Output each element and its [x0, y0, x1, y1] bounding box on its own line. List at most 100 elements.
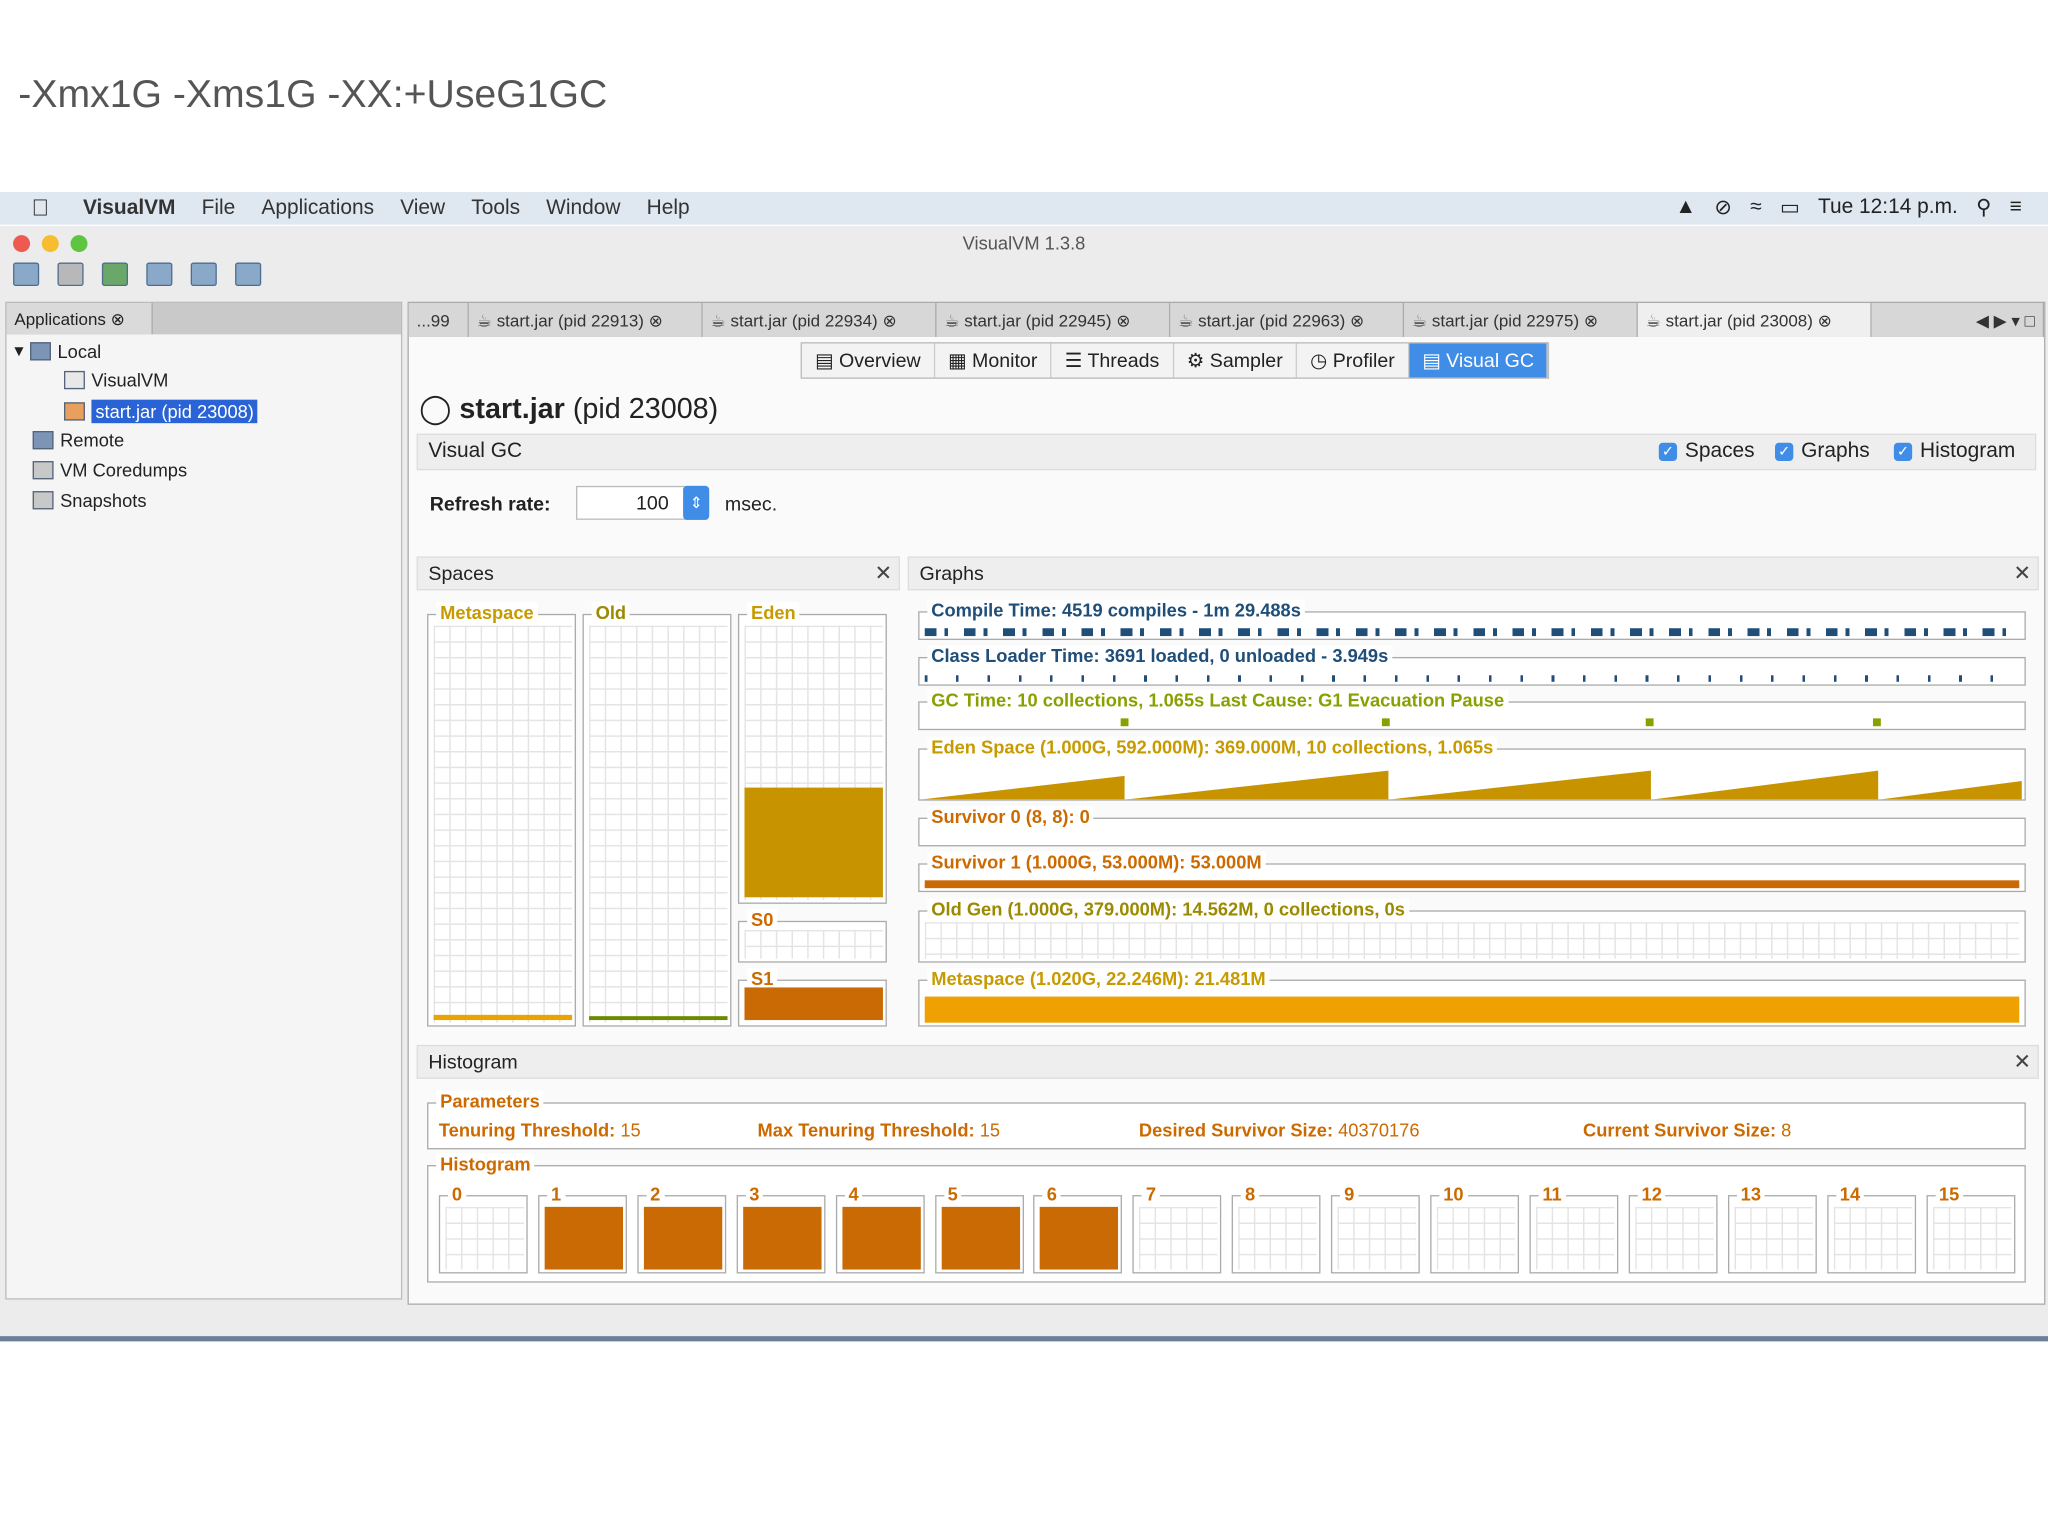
survivor-1-graph: Survivor 1 (1.000G, 53.000M): 53.000M	[918, 851, 2026, 893]
tree-visualvm[interactable]: VisualVM	[63, 370, 168, 391]
histogram-bin: 2	[637, 1183, 726, 1274]
histogram-bin-empty	[1139, 1206, 1218, 1270]
tab-sampler[interactable]: ⚙ Sampler	[1174, 343, 1298, 378]
clock[interactable]: Tue 12:14 p.m.	[1818, 196, 1958, 220]
menu-applications[interactable]: Applications	[261, 197, 374, 221]
graphs-checkbox[interactable]: ✓ Graphs	[1775, 440, 1870, 464]
globe-icon	[32, 431, 54, 450]
menubar:  VisualVM File Applications View Tools …	[0, 191, 2048, 225]
tab-scroll-controls[interactable]: ◀ ▶ ▾ □	[1871, 303, 2045, 337]
tree-coredumps[interactable]: VM Coredumps	[32, 460, 187, 481]
histogram-bin: 5	[934, 1183, 1024, 1274]
close-icon[interactable]: ✕	[2014, 560, 2032, 586]
histogram-bin: 15	[1925, 1183, 2015, 1274]
minimize-window-button[interactable]	[41, 235, 59, 253]
histogram-bin-empty	[1734, 1206, 1813, 1270]
tree-snapshots[interactable]: Snapshots	[32, 490, 147, 511]
checkmark-icon: ✓	[1775, 442, 1794, 462]
refresh-rate-label: Refresh rate:	[429, 493, 551, 516]
wifi-icon[interactable]: ≈	[1750, 196, 1761, 220]
toolbar	[13, 262, 262, 287]
histogram-bin-empty	[1436, 1206, 1516, 1270]
histogram-bin-label: 11	[1538, 1183, 1566, 1205]
menu-tools[interactable]: Tools	[471, 197, 520, 221]
old-fill	[589, 1016, 728, 1021]
histogram-bin-label: 15	[1935, 1183, 1964, 1205]
tab-visual-gc[interactable]: ▤ Visual GC	[1409, 343, 1549, 378]
menu-help[interactable]: Help	[647, 197, 690, 221]
doc-tab[interactable]: ☕ start.jar (pid 22934) ⊗	[702, 303, 937, 337]
document-tabs: ...99 ☕ start.jar (pid 22913) ⊗ ☕ start.…	[408, 303, 2045, 337]
tenuring-threshold: Tenuring Threshold: 15	[438, 1119, 641, 1141]
save-icon[interactable]	[57, 262, 84, 287]
histogram-panel: Histogram ✕ Parameters Tenuring Threshold…	[416, 1044, 2039, 1293]
spaces-panel: Spaces ✕ Metaspace Old Eden S0 S1	[416, 556, 900, 1031]
s0-label: S0	[747, 909, 778, 930]
histogram-bin: 13	[1727, 1183, 1817, 1274]
metaspace-graph: Metaspace (1.020G, 22.246M): 21.481M	[918, 967, 2026, 1027]
battery-icon[interactable]: ▭	[1780, 195, 1800, 221]
histogram-bin-empty	[1337, 1206, 1416, 1270]
computer-icon	[30, 341, 51, 360]
max-tenuring-threshold: Max Tenuring Threshold: 15	[757, 1119, 1001, 1141]
histogram-bin-label: 4	[844, 1183, 863, 1205]
doc-tab[interactable]: ...99	[408, 303, 469, 337]
apple-icon[interactable]: 	[31, 195, 49, 222]
heap-dump-icon[interactable]	[146, 262, 173, 287]
histogram-bin-empty	[1634, 1206, 1714, 1270]
histogram-bin: 14	[1826, 1183, 1916, 1274]
spaces-checkbox[interactable]: ✓ Spaces	[1658, 440, 1755, 464]
view-tabs: ▤ Overview ▦ Monitor ☰ Threads ⚙ Sampler…	[800, 342, 1550, 379]
histogram-bin-label: 2	[646, 1183, 665, 1205]
histogram-bin-empty	[1535, 1206, 1615, 1270]
histogram-bin: 11	[1529, 1183, 1619, 1274]
open-icon[interactable]	[13, 262, 40, 287]
applications-tab[interactable]: Applications ⊗	[6, 303, 153, 335]
histogram-bin-fill	[742, 1206, 822, 1270]
histogram-bin-label: 6	[1042, 1183, 1061, 1205]
snapshot-icon[interactable]	[235, 262, 262, 287]
refresh-rate-stepper[interactable]: ⇕	[683, 485, 710, 520]
doc-tab[interactable]: ☕ start.jar (pid 22975) ⊗	[1404, 303, 1638, 337]
list-icon[interactable]: ≡	[2010, 196, 2022, 220]
doc-tab-active[interactable]: ☕ start.jar (pid 23008) ⊗	[1637, 303, 1872, 337]
histogram-bin-label: 13	[1736, 1183, 1765, 1205]
tab-monitor[interactable]: ▦ Monitor	[935, 343, 1052, 378]
thread-dump-icon[interactable]	[190, 262, 217, 287]
drive-icon[interactable]: ▲	[1675, 196, 1696, 220]
tree-remote[interactable]: Remote	[32, 430, 124, 451]
histogram-bin-fill	[544, 1206, 623, 1270]
histogram-bin: 6	[1033, 1183, 1123, 1274]
doc-tab[interactable]: ☕ start.jar (pid 22963) ⊗	[1170, 303, 1405, 337]
search-icon[interactable]: ⚲	[1976, 195, 1991, 221]
zoom-window-button[interactable]	[70, 235, 88, 253]
tab-profiler[interactable]: ◷ Profiler	[1297, 343, 1410, 378]
menu-view[interactable]: View	[400, 197, 445, 221]
close-icon[interactable]: ✕	[2014, 1049, 2032, 1075]
histogram-bin-fill	[941, 1206, 1020, 1270]
no-entry-icon[interactable]: ⊘	[1714, 195, 1732, 221]
histogram-checkbox[interactable]: ✓ Histogram	[1893, 440, 2015, 464]
s1-label: S1	[747, 967, 778, 989]
tab-threads[interactable]: ☰ Threads	[1052, 343, 1174, 378]
main-panel: ...99 ☕ start.jar (pid 22913) ⊗ ☕ start.…	[407, 301, 2046, 1305]
close-tab-icon[interactable]: ⊗	[111, 310, 125, 330]
menu-window[interactable]: Window	[546, 197, 620, 221]
close-icon[interactable]: ✕	[875, 560, 893, 586]
close-window-button[interactable]	[13, 235, 31, 253]
histogram-box: Histogram 0 1 2 3 4 5 6 7 8 9 10 11 12 13 14 15	[427, 1153, 2026, 1283]
metaspace-label: Metaspace	[436, 602, 538, 624]
add-jmx-icon[interactable]	[101, 262, 128, 287]
histogram-bin: 8	[1231, 1183, 1321, 1274]
menu-file[interactable]: File	[202, 197, 236, 221]
tree-local[interactable]: ▾ Local	[14, 340, 101, 362]
histogram-bin: 0	[438, 1183, 528, 1274]
menu-app[interactable]: VisualVM	[83, 197, 176, 221]
doc-tab[interactable]: ☕ start.jar (pid 22913) ⊗	[468, 303, 703, 337]
eden-box: Eden	[737, 602, 887, 904]
tree-start-jar[interactable]: start.jar (pid 23008)	[63, 399, 258, 424]
tab-overview[interactable]: ▤ Overview	[802, 343, 935, 378]
doc-tab[interactable]: ☕ start.jar (pid 22945) ⊗	[936, 303, 1171, 337]
histogram-bin-label: 7	[1141, 1183, 1160, 1205]
visualvm-window: VisualVM 1.3.8 Applications ⊗ ▾ Local Vis…	[0, 225, 2048, 1342]
